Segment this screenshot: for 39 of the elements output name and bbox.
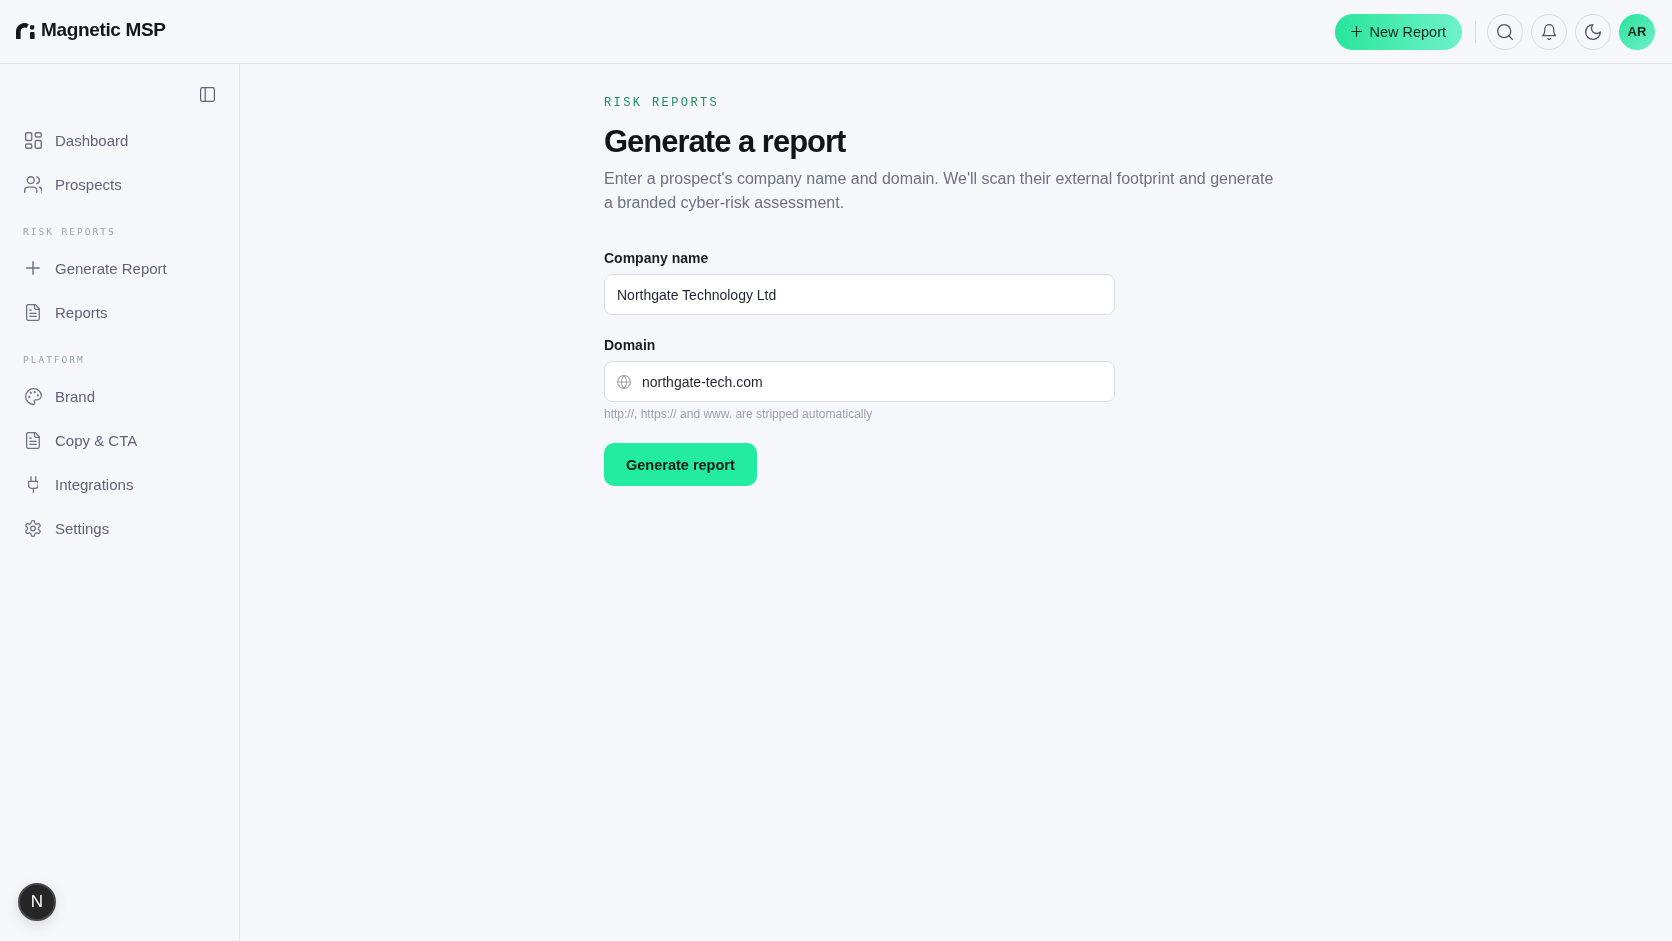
- nav-item[interactable]: Generate Report: [16, 246, 223, 290]
- search-icon: [1497, 23, 1513, 40]
- users-icon: [23, 175, 43, 193]
- plus-icon: [26, 261, 40, 275]
- sidebar-toggle-button[interactable]: [197, 84, 217, 104]
- plus-icon: [1351, 26, 1363, 37]
- logo-icon: [16, 21, 37, 39]
- moon-icon: [1585, 23, 1601, 40]
- document-icon: [26, 303, 40, 321]
- nav-item[interactable]: Integrations: [16, 462, 223, 506]
- nav-item[interactable]: Settings: [16, 506, 223, 550]
- globe-icon: [617, 374, 631, 389]
- dashboard-icon: [24, 131, 42, 149]
- generate-report-button[interactable]: Generate report: [604, 443, 757, 486]
- nav-item[interactable]: Copy & CTA: [16, 418, 223, 462]
- palette-icon: [24, 387, 42, 405]
- brand-name: Magnetic MSP: [41, 19, 166, 41]
- section-heading: RISK REPORTS: [23, 225, 116, 239]
- nav-item[interactable]: Dashboard: [16, 118, 223, 162]
- help-text: http://, https:// and www. are stripped automatically: [604, 406, 873, 422]
- bell-icon: [1541, 23, 1557, 40]
- domain-input-field[interactable]: northgate-tech.com: [604, 361, 1115, 402]
- plug-icon: [27, 475, 39, 493]
- dev-tools-button[interactable]: N: [18, 883, 56, 921]
- panel-left-icon: [199, 86, 215, 102]
- settings-icon: [25, 519, 41, 537]
- field-label: Company name: [604, 249, 709, 268]
- nav-item[interactable]: Reports: [16, 290, 223, 334]
- text-input-field[interactable]: Northgate Technology Ltd: [604, 274, 1115, 315]
- section-label: RISK REPORTS: [604, 95, 720, 111]
- field-label: Domain: [604, 336, 656, 355]
- document-icon: [26, 431, 40, 449]
- page-title: Generate a report: [604, 123, 846, 161]
- nav-item[interactable]: Brand: [16, 374, 223, 418]
- page-description: Enter a prospect's company name and domain. We'll scan their external footprint and generate a branded cyber-risk assessment.: [604, 169, 1275, 213]
- section-heading: PLATFORM: [23, 353, 85, 367]
- nav-item[interactable]: Prospects: [16, 162, 223, 206]
- new-report-button[interactable]: New Report: [1335, 13, 1462, 50]
- user-avatar[interactable]: AR: [1619, 13, 1655, 50]
